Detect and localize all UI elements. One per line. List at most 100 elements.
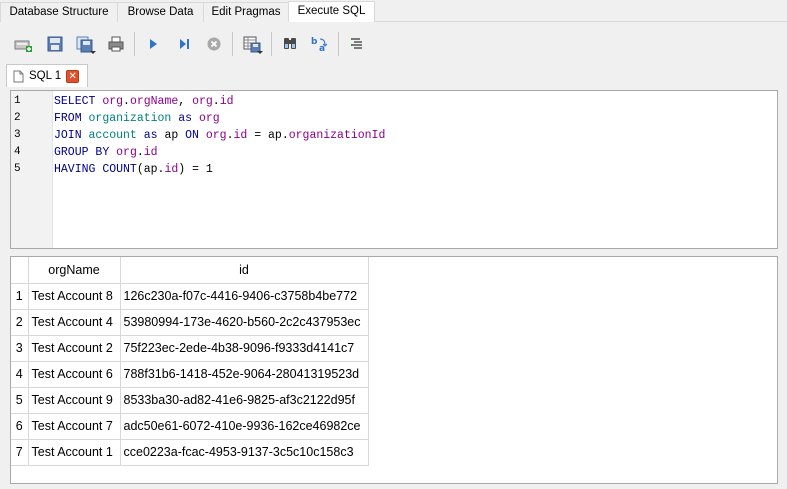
row-number[interactable]: 6: [11, 412, 29, 440]
cell-id[interactable]: 75f223ec-2ede-4b38-9096-f9333d4141c7: [119, 334, 369, 362]
table-row[interactable]: 2 Test Account 4 53980994-173e-4620-b560…: [11, 308, 369, 336]
code-token: JOIN: [54, 129, 82, 142]
code-line: SELECT org.orgName, org.id: [54, 93, 385, 110]
line-number: 4: [14, 146, 21, 158]
find-icon[interactable]: [279, 33, 301, 55]
code-token: org: [102, 95, 124, 108]
tab-execute-sql[interactable]: Execute SQL: [288, 1, 375, 22]
table-row[interactable]: 1 Test Account 8 126c230a-f07c-4416-9406…: [11, 282, 369, 310]
code-token: .: [136, 146, 144, 159]
row-number[interactable]: 2: [11, 308, 29, 336]
code-token: id: [219, 95, 234, 108]
execute-all-icon[interactable]: [142, 33, 164, 55]
line-number: 2: [14, 112, 21, 124]
print-icon[interactable]: [105, 33, 127, 55]
table-row[interactable]: 6 Test Account 7 adc50e61-6072-410e-9936…: [11, 412, 369, 440]
stop-execution-icon[interactable]: [203, 33, 225, 55]
row-number[interactable]: 7: [11, 438, 29, 466]
cell-orgname[interactable]: Test Account 7: [27, 412, 121, 440]
row-number[interactable]: 4: [11, 360, 29, 388]
open-tab-icon[interactable]: [12, 33, 34, 55]
table-row[interactable]: 7 Test Account 1 cce0223a-fcac-4953-9137…: [11, 438, 369, 466]
code-token: org: [205, 129, 227, 142]
comment-icon[interactable]: [346, 33, 368, 55]
code-token: org: [116, 146, 137, 159]
code-token: ) = 1: [178, 163, 213, 176]
svg-text:b: b: [311, 37, 318, 47]
code-token: organizationId: [288, 129, 386, 142]
toolbar-separator: [134, 32, 135, 56]
cell-orgname[interactable]: Test Account 1: [27, 438, 121, 466]
code-token: BY: [95, 146, 110, 159]
code-line: GROUP BY org.id: [54, 144, 385, 161]
code-token: organization: [88, 112, 172, 125]
code-line: FROM organization as org: [54, 110, 385, 127]
cell-id[interactable]: 788f31b6-1418-452e-9064-28041319523d: [119, 360, 369, 388]
toolbar-separator: [338, 32, 339, 56]
code-token: .: [212, 95, 220, 108]
column-header-id[interactable]: id: [119, 257, 369, 284]
code-token: ON: [185, 129, 199, 142]
code-token: FROM: [54, 112, 82, 125]
table-row[interactable]: 3 Test Account 2 75f223ec-2ede-4b38-9096…: [11, 334, 369, 362]
open-sql-file-icon[interactable]: [44, 33, 66, 55]
main-tab-bar: Database Structure Browse Data Edit Prag…: [0, 0, 787, 22]
row-number[interactable]: 3: [11, 334, 29, 362]
tab-edit-pragmas[interactable]: Edit Pragmas: [203, 2, 289, 22]
code-token: COUNT: [102, 163, 137, 176]
cell-id[interactable]: 8533ba30-ad82-41e6-9825-af3c2122d95f: [119, 386, 369, 414]
cell-id[interactable]: 126c230a-f07c-4416-9406-c3758b4be772: [119, 282, 369, 310]
sql-editor[interactable]: 1 2 3 4 5 SELECT org.orgName, org.id FROM…: [10, 90, 778, 249]
code-token: GROUP: [54, 146, 89, 159]
code-line: HAVING COUNT(ap.id) = 1: [54, 161, 385, 178]
save-sql-file-icon[interactable]: [74, 33, 96, 55]
save-results-icon[interactable]: [241, 33, 263, 55]
tab-database-structure[interactable]: Database Structure: [0, 2, 118, 22]
sql-toolbar: ba: [0, 23, 787, 63]
line-number: 3: [14, 129, 21, 141]
cell-orgname[interactable]: Test Account 6: [27, 360, 121, 388]
find-replace-icon[interactable]: ba: [309, 33, 331, 55]
code-token: SELECT: [54, 95, 96, 108]
column-header-orgname[interactable]: orgName: [27, 257, 121, 284]
code-token: org: [198, 112, 220, 125]
execute-line-icon[interactable]: [173, 33, 195, 55]
cell-orgname[interactable]: Test Account 8: [27, 282, 121, 310]
toolbar-separator: [271, 32, 272, 56]
close-tab-icon[interactable]: ✕: [66, 69, 80, 83]
code-token: .: [226, 129, 234, 142]
code-token: id: [143, 146, 158, 159]
row-number[interactable]: 1: [11, 282, 29, 310]
row-number[interactable]: 5: [11, 386, 29, 414]
cell-id[interactable]: adc50e61-6072-410e-9936-162ce46982ce: [119, 412, 369, 440]
sql-tab[interactable]: SQL 1 ✕: [6, 64, 88, 87]
toolbar-separator: [232, 32, 233, 56]
code-line: JOIN account as ap ON org.id = ap.organi…: [54, 127, 385, 144]
table-row[interactable]: 4 Test Account 6 788f31b6-1418-452e-9064…: [11, 360, 369, 388]
grid-header-row: orgName id: [11, 257, 369, 284]
line-number: 5: [14, 163, 21, 175]
cell-orgname[interactable]: Test Account 9: [27, 386, 121, 414]
code-token: .: [123, 95, 130, 108]
code-token: as: [143, 129, 158, 142]
code-token: account: [88, 129, 137, 142]
table-row[interactable]: 5 Test Account 9 8533ba30-ad82-41e6-9825…: [11, 386, 369, 414]
code-token: id: [164, 163, 179, 176]
cell-orgname[interactable]: Test Account 2: [27, 334, 121, 362]
cell-orgname[interactable]: Test Account 4: [27, 308, 121, 336]
code-token: id: [233, 129, 248, 142]
line-number: 1: [14, 95, 21, 107]
code-token: ,: [178, 95, 193, 108]
code-token: org: [192, 95, 213, 108]
tab-browse-data[interactable]: Browse Data: [117, 2, 204, 22]
sql-tab-label: SQL 1: [29, 70, 62, 82]
code-token: as: [178, 112, 193, 125]
cell-id[interactable]: cce0223a-fcac-4953-9137-3c5c10c158c3: [119, 438, 369, 466]
code-token: (ap.: [136, 163, 165, 176]
code-token: = ap.: [247, 129, 289, 142]
line-number-gutter: 1 2 3 4 5: [11, 91, 53, 248]
cell-id[interactable]: 53980994-173e-4620-b560-2c2c437953ec: [119, 308, 369, 336]
